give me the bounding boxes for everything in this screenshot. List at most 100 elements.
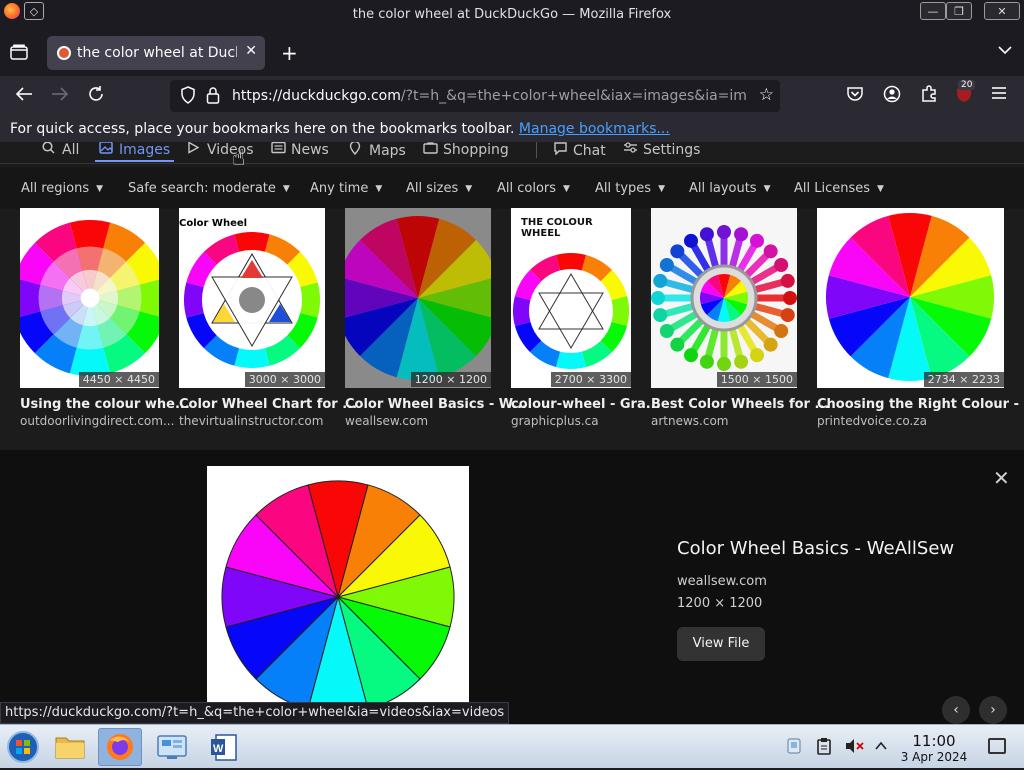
result-source[interactable]: outdoorlivingdirect.com...: [20, 414, 174, 428]
tracking-protection-shield-icon[interactable]: [180, 86, 196, 108]
new-tab-plus-icon[interactable]: +: [281, 41, 298, 65]
filter-layout[interactable]: All layouts ▼: [689, 181, 771, 196]
bookmark-star-icon[interactable]: ☆: [759, 85, 774, 105]
tab-maps[interactable]: Maps: [349, 142, 406, 159]
result-title[interactable]: Using the colour whe...: [20, 397, 190, 412]
tab-maps-label: Maps: [369, 143, 406, 159]
file-manager-folder-icon[interactable]: [48, 728, 92, 766]
taskbar: W 11:00 3 Apr 2024: [0, 724, 1024, 768]
result-source[interactable]: weallsew.com: [345, 414, 428, 428]
result-image[interactable]: [20, 208, 159, 388]
tab-images-label: Images: [119, 142, 171, 158]
detail-site[interactable]: weallsew.com: [677, 574, 767, 589]
tab-chat[interactable]: Chat: [553, 142, 606, 159]
next-image-chevron-icon[interactable]: ›: [979, 696, 1007, 724]
filter-color-label: All colors: [497, 181, 557, 196]
close-tab-icon[interactable]: ✕: [245, 43, 257, 59]
reload-icon[interactable]: [87, 85, 105, 108]
tab-active[interactable]: the color wheel at DuckDuckGo ✕: [47, 36, 265, 70]
network-tray-icon[interactable]: [786, 737, 802, 759]
caret-down-icon: ▼: [658, 184, 665, 194]
view-file-button[interactable]: View File: [677, 627, 765, 661]
detail-title[interactable]: Color Wheel Basics - WeAllSew: [677, 538, 954, 559]
tab-title: the color wheel at DuckDuckGo: [77, 45, 237, 61]
minimize-button[interactable]: —: [920, 2, 946, 20]
account-icon[interactable]: [883, 85, 901, 108]
tab-all-label: All: [62, 142, 80, 158]
filter-size[interactable]: All sizes ▼: [406, 181, 472, 196]
close-detail-icon[interactable]: ✕: [993, 466, 1010, 490]
tab-shopping[interactable]: Shopping: [423, 142, 509, 158]
result-image[interactable]: Color Wheel: [179, 208, 325, 388]
forward-arrow-icon[interactable]: [50, 85, 70, 108]
start-button[interactable]: [2, 728, 46, 766]
tab-videos-label: Videos: [207, 142, 254, 158]
caret-down-icon: ▼: [96, 184, 104, 194]
result-title[interactable]: Choosing the Right Colour - P...: [817, 397, 1024, 412]
result-source[interactable]: artnews.com: [651, 414, 729, 428]
firefox-taskbar-icon[interactable]: [98, 728, 142, 766]
news-icon: [271, 142, 287, 158]
pocket-icon[interactable]: [846, 85, 864, 108]
bookmarks-toolbar: For quick access, place your bookmarks h…: [0, 116, 1024, 142]
list-all-tabs-chevron-icon[interactable]: [998, 43, 1012, 59]
result-title[interactable]: Color Wheel Basics - W...: [345, 397, 527, 412]
filter-region[interactable]: All regions ▼: [21, 181, 103, 196]
control-panel-icon[interactable]: [150, 728, 194, 766]
image-dimensions: 1200 × 1200: [410, 372, 491, 387]
filter-time[interactable]: Any time ▼: [310, 181, 382, 196]
filter-safe-search[interactable]: Safe search: moderate ▼: [128, 181, 290, 196]
result-title[interactable]: Best Color Wheels for ...: [651, 397, 829, 412]
word-processor-icon[interactable]: W: [202, 728, 246, 766]
tab-images[interactable]: Images: [94, 142, 175, 162]
tab-all[interactable]: All: [42, 142, 79, 158]
clock-time: 11:00: [912, 732, 956, 750]
detail-preview-image[interactable]: [207, 466, 469, 706]
firefox-view-icon[interactable]: [10, 44, 28, 60]
system-clock[interactable]: 11:00 3 Apr 2024: [900, 732, 968, 764]
chat-icon: [553, 142, 569, 159]
result-source[interactable]: printedvoice.co.za: [817, 414, 927, 428]
hamburger-menu-icon[interactable]: [991, 85, 1007, 106]
lock-icon[interactable]: [206, 86, 220, 108]
result-title[interactable]: Color Wheel Chart for ...: [179, 397, 357, 412]
url-text[interactable]: https://duckduckgo.com/?t=h_&q=the+color…: [232, 88, 747, 104]
result-source[interactable]: thevirtualinstructor.com: [179, 414, 323, 428]
filter-license[interactable]: All Licenses ▼: [794, 181, 884, 196]
detail-color-wheel-image: [221, 480, 455, 706]
show-desktop-icon[interactable]: [988, 738, 1006, 754]
filter-region-label: All regions: [21, 181, 90, 196]
tab-divider: [536, 142, 537, 158]
window-title: the color wheel at DuckDuckGo — Mozilla …: [352, 7, 672, 22]
color-wheel-chart-image: [184, 232, 320, 368]
tab-settings[interactable]: Settings: [623, 142, 700, 158]
tab-shopping-label: Shopping: [443, 142, 509, 158]
filter-color[interactable]: All colors ▼: [497, 181, 570, 196]
link-status-bar: https://duckduckgo.com/?t=h_&q=the+color…: [0, 702, 510, 724]
diagram-inner-label: THE COLOUR WHEEL: [521, 217, 593, 239]
tray-expand-chevron-icon[interactable]: [874, 737, 888, 759]
result-image[interactable]: [817, 208, 1004, 388]
caret-down-icon: ▼: [763, 184, 771, 194]
previous-image-chevron-icon[interactable]: ‹: [942, 696, 970, 724]
tab-news[interactable]: News: [271, 142, 329, 158]
address-bar[interactable]: https://duckduckgo.com/?t=h_&q=the+color…: [170, 80, 780, 112]
filter-type[interactable]: All types ▼: [595, 181, 665, 196]
result-image[interactable]: [651, 208, 797, 388]
extension-badge-count: 20: [958, 80, 976, 90]
back-arrow-icon[interactable]: [14, 85, 34, 108]
result-image[interactable]: [345, 208, 491, 388]
page-content: All Images Videos News Maps Shopping Cha…: [0, 142, 1024, 724]
extensions-puzzle-icon[interactable]: [920, 85, 938, 108]
result-image[interactable]: THE COLOUR WHEEL: [511, 208, 631, 388]
window-titlebar: ◇ the color wheel at DuckDuckGo — Mozill…: [0, 0, 1024, 30]
caret-down-icon: ▼: [563, 184, 570, 194]
clipboard-tray-icon[interactable]: [816, 737, 832, 759]
manage-bookmarks-link[interactable]: Manage bookmarks...: [519, 121, 670, 137]
result-source[interactable]: graphicplus.ca: [511, 414, 599, 428]
result-title[interactable]: colour-wheel - Gra...: [511, 397, 661, 412]
paint-swatch-wheel-image: [651, 225, 797, 371]
volume-muted-icon[interactable]: [844, 737, 864, 759]
close-window-button[interactable]: ✕: [984, 2, 1020, 20]
maximize-button[interactable]: ❐: [946, 2, 972, 20]
